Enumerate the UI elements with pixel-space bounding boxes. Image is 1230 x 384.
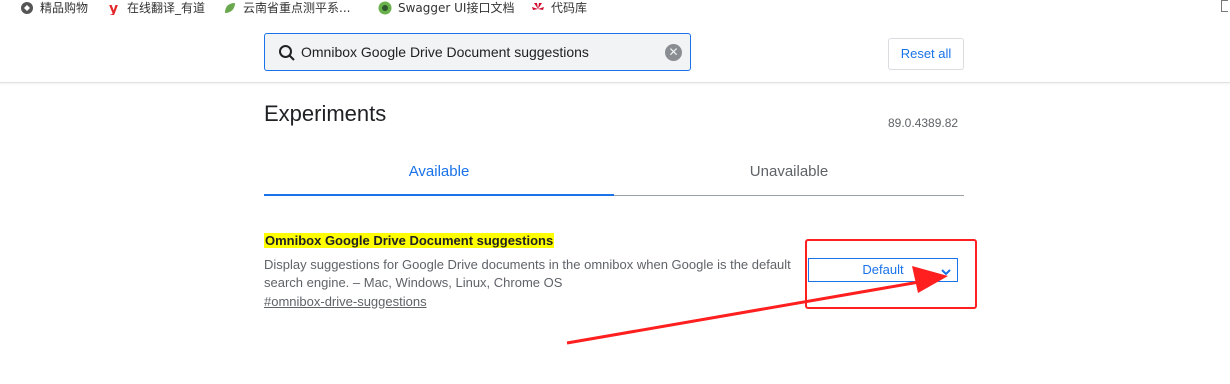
search-input[interactable] — [301, 34, 661, 70]
bookmark-label: 精品购物 — [40, 1, 89, 15]
swagger-icon — [378, 1, 392, 15]
tab-available[interactable]: Available — [264, 152, 614, 196]
search-icon — [278, 44, 296, 62]
page-title: Experiments — [264, 101, 387, 126]
experiment-item: Omnibox Google Drive Document suggestion… — [264, 232, 804, 311]
youdao-icon: y — [107, 1, 121, 17]
version-label: 89.0.4389.82 — [888, 116, 959, 130]
bookmark-item[interactable]: 代码库 — [531, 0, 587, 16]
clear-icon[interactable]: ✕ — [665, 44, 682, 61]
bookmark-item[interactable]: 精品购物 — [20, 0, 88, 16]
bookmark-label: 代码库 — [551, 1, 588, 15]
reset-all-button[interactable]: Reset all — [888, 38, 964, 70]
chevron-down-icon — [941, 262, 951, 276]
select-value: Default — [862, 262, 904, 277]
experiment-name: Omnibox Google Drive Document suggestion… — [264, 233, 555, 248]
experiment-permalink[interactable]: #omnibox-drive-suggestions — [264, 294, 427, 309]
shopping-icon — [20, 1, 34, 15]
bookmark-label: 云南省重点测平系... — [243, 1, 351, 15]
search-box[interactable]: ✕ — [264, 33, 691, 71]
reading-list-icon[interactable] — [1221, 0, 1228, 12]
bookmarks-bar: 精品购物 y 在线翻译_有道 云南省重点测平系... Swagger UI接口文… — [0, 0, 1230, 17]
huawei-icon — [531, 1, 545, 15]
bookmark-item[interactable]: Swagger UI接口文档 — [378, 0, 514, 16]
bookmark-item[interactable]: 云南省重点测平系... — [223, 0, 350, 16]
bookmark-label: Swagger UI接口文档 — [398, 1, 515, 15]
experiment-state-select[interactable]: Default — [808, 258, 958, 282]
experiment-description: Display suggestions for Google Drive doc… — [264, 257, 791, 290]
tab-unavailable[interactable]: Unavailable — [614, 152, 964, 196]
svg-text:y: y — [109, 1, 118, 15]
bookmark-label: 在线翻译_有道 — [127, 1, 206, 15]
leaf-icon — [223, 1, 237, 15]
bookmark-item[interactable]: y 在线翻译_有道 — [107, 0, 206, 17]
flags-header: ✕ Reset all — [0, 16, 1230, 83]
